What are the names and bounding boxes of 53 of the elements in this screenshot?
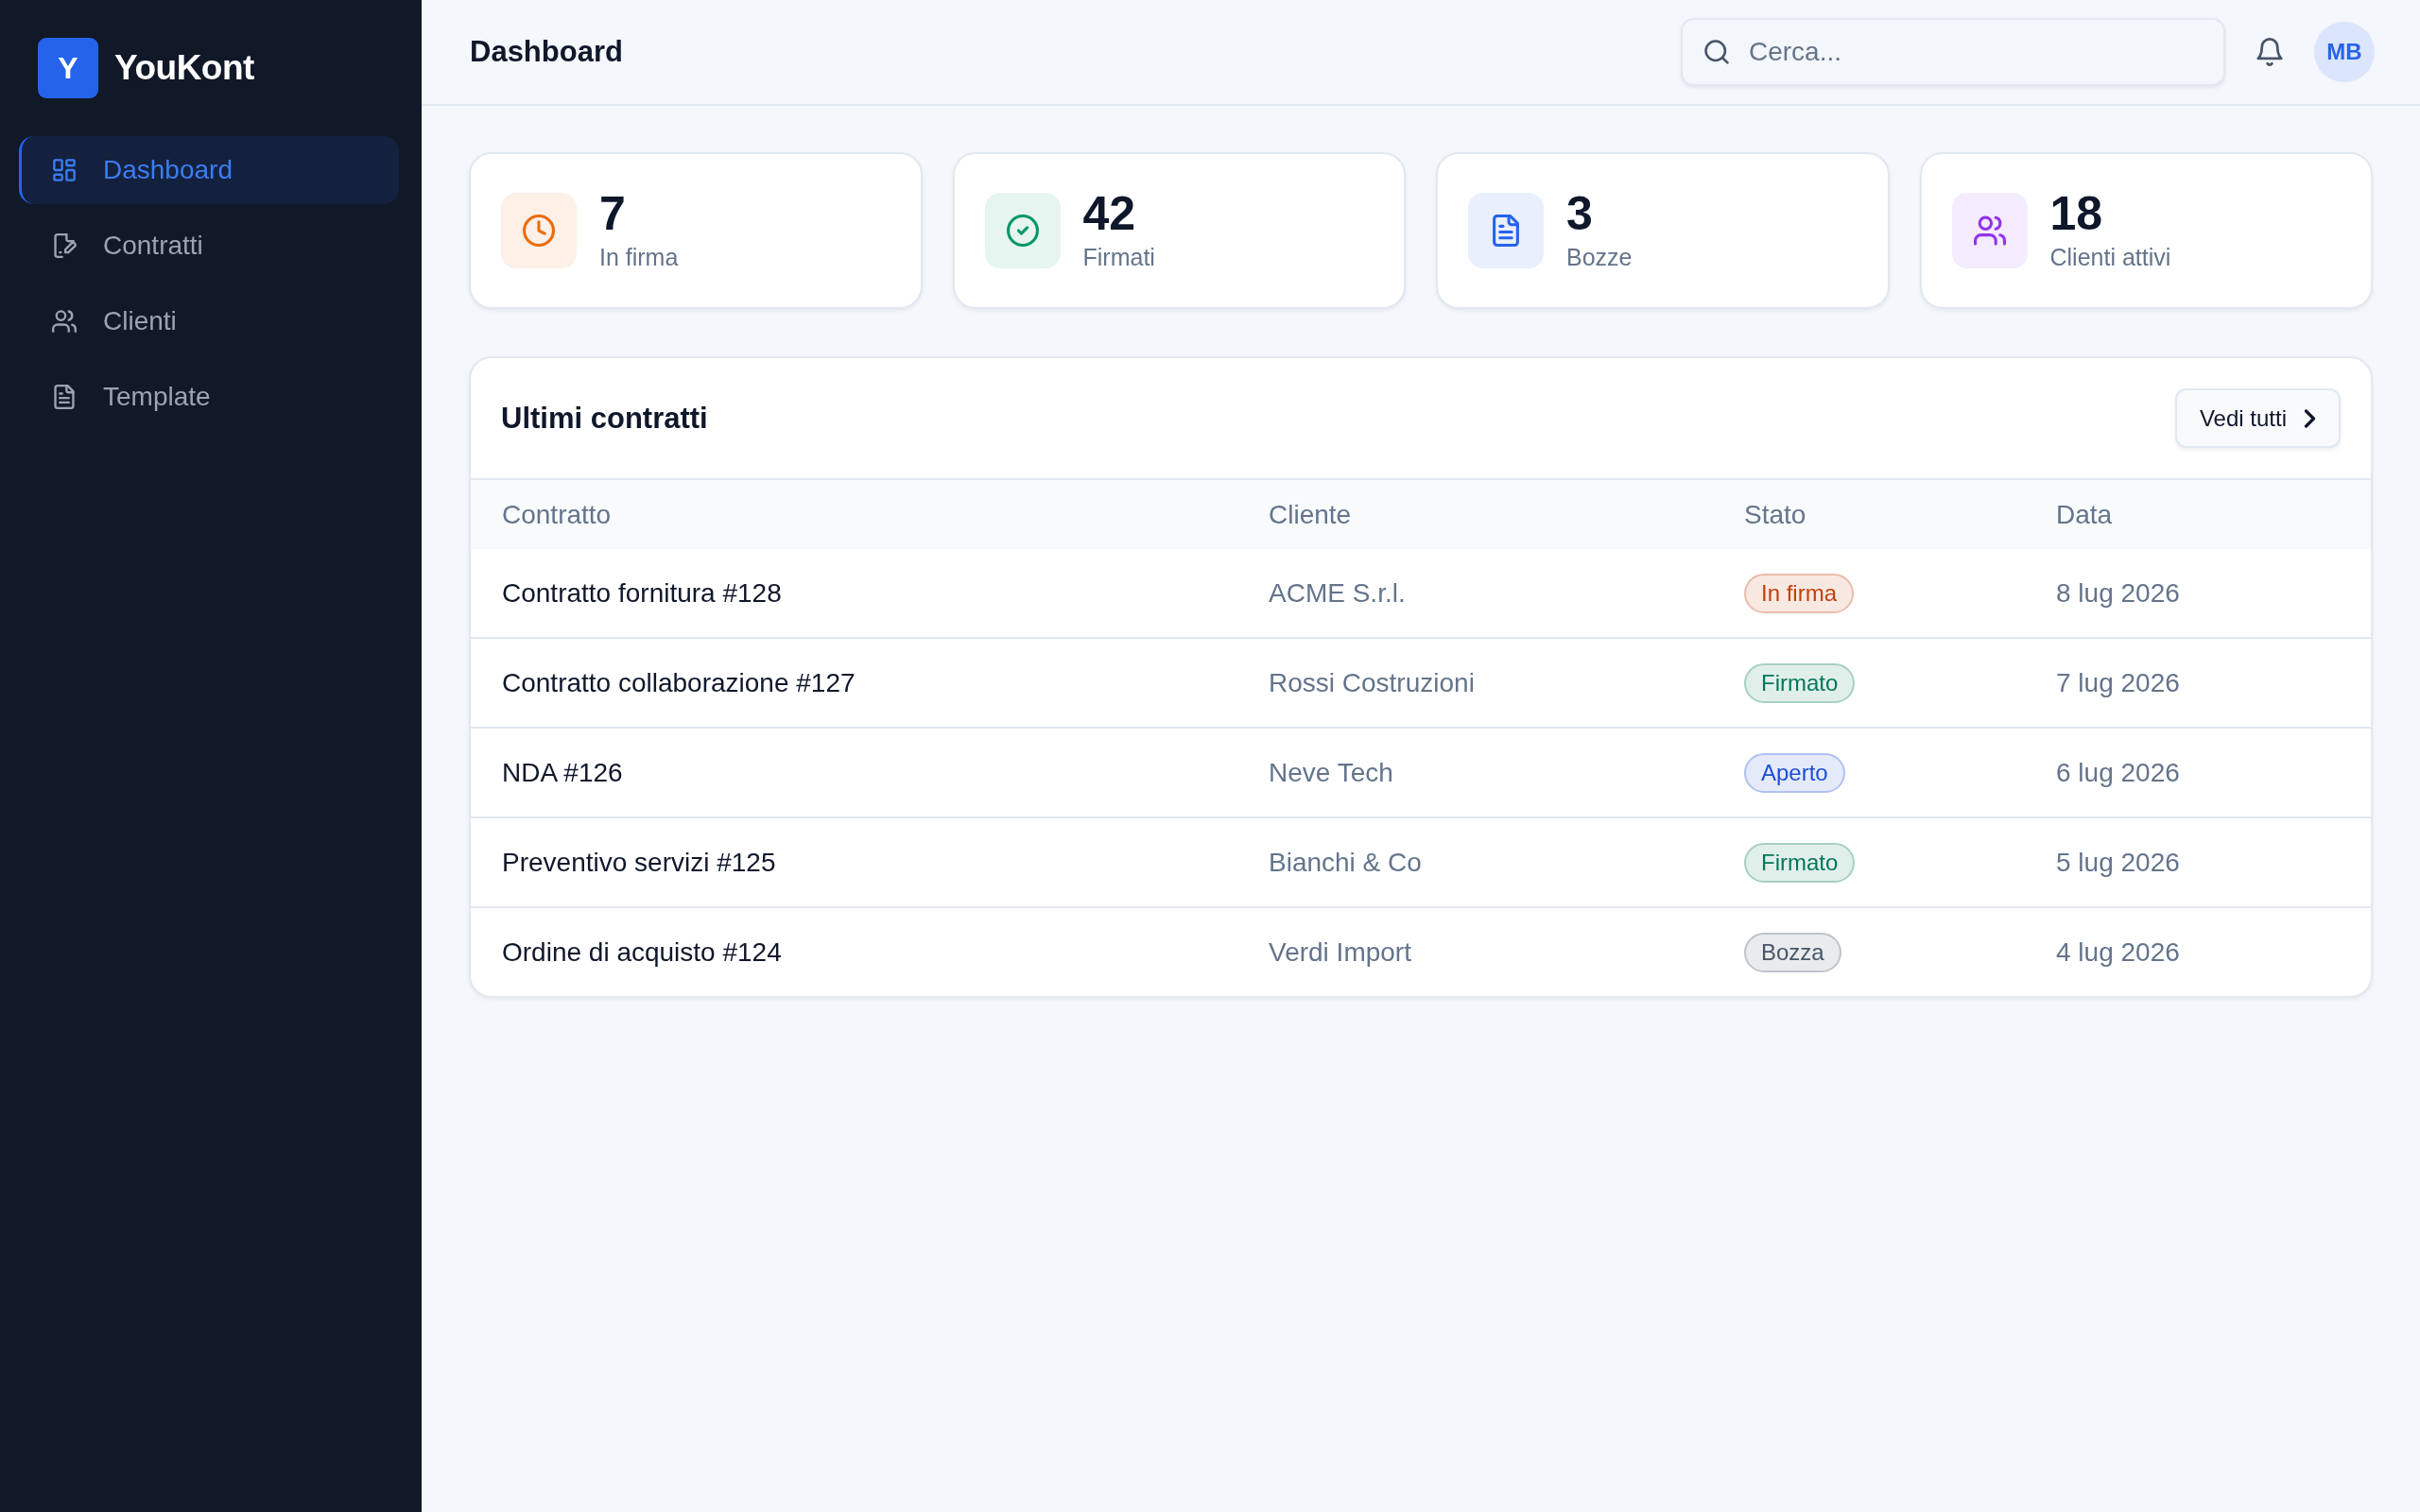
client-name: Verdi Import xyxy=(1269,936,1412,968)
chevron-right-icon xyxy=(2304,408,2316,428)
column-heading: Data xyxy=(2056,499,2114,530)
stat-label: Bozze xyxy=(1566,243,1633,271)
contract-name: Contratto fornitura #128 xyxy=(502,577,783,609)
app-name: YouKont xyxy=(114,48,254,88)
client-name: Neve Tech xyxy=(1269,757,1394,788)
nav-item[interactable]: Contratti xyxy=(19,212,399,280)
nav-item[interactable]: Template xyxy=(19,363,399,431)
nav-item[interactable]: Clienti xyxy=(19,287,399,355)
stat-value: 42 xyxy=(1082,190,1137,237)
view-all-button[interactable]: Vedi tutti xyxy=(2174,388,2341,448)
page-title: Dashboard xyxy=(470,35,624,69)
stat-value: 7 xyxy=(599,190,627,237)
clock-icon xyxy=(501,193,577,268)
status-badge: In firma xyxy=(1744,573,1854,613)
card-title: Ultimi contratti xyxy=(501,401,708,436)
users-icon xyxy=(1951,193,2028,268)
column-heading: Stato xyxy=(1744,499,1807,530)
stat-value: 3 xyxy=(1566,190,1594,237)
app-logo: Y xyxy=(38,38,98,98)
column-heading: Contratto xyxy=(502,499,613,530)
stat-value: 18 xyxy=(2049,190,2104,237)
status-badge: Aperto xyxy=(1744,752,1845,793)
stat-label: In firma xyxy=(599,243,679,271)
status-badge: Firmato xyxy=(1744,662,1856,703)
search-field[interactable]: Cerca... xyxy=(1681,18,2225,86)
client-name: Rossi Costruzioni xyxy=(1269,667,1476,698)
contract-date: 6 lug 2026 xyxy=(2056,757,2181,788)
contract-date: 7 lug 2026 xyxy=(2056,667,2181,698)
document-icon xyxy=(1468,193,1544,268)
search-icon xyxy=(1703,39,1730,65)
file-pen-icon xyxy=(52,233,77,258)
contract-date: 5 lug 2026 xyxy=(2056,847,2181,878)
contract-name: Ordine di acquisto #124 xyxy=(502,936,783,968)
grid-icon xyxy=(52,158,77,182)
status-badge: Bozza xyxy=(1744,932,1841,972)
column-heading: Cliente xyxy=(1269,499,1353,530)
nav-item[interactable]: Dashboard xyxy=(19,136,399,204)
contract-name: Contratto collaborazione #127 xyxy=(502,667,856,698)
contract-date: 8 lug 2026 xyxy=(2056,577,2181,609)
stat-label: Firmati xyxy=(1082,243,1155,271)
client-name: ACME S.r.l. xyxy=(1269,577,1407,609)
contract-date: 4 lug 2026 xyxy=(2056,936,2181,968)
contract-name: NDA #126 xyxy=(502,757,624,788)
bell-icon[interactable] xyxy=(2256,38,2284,66)
status-badge: Firmato xyxy=(1744,842,1856,883)
document-icon xyxy=(52,385,77,409)
client-name: Bianchi & Co xyxy=(1269,847,1423,878)
users-icon xyxy=(52,309,77,334)
contract-name: Preventivo servizi #125 xyxy=(502,847,777,878)
user-avatar[interactable]: MB xyxy=(2314,22,2375,82)
stat-label: Clienti attivi xyxy=(2049,243,2171,271)
